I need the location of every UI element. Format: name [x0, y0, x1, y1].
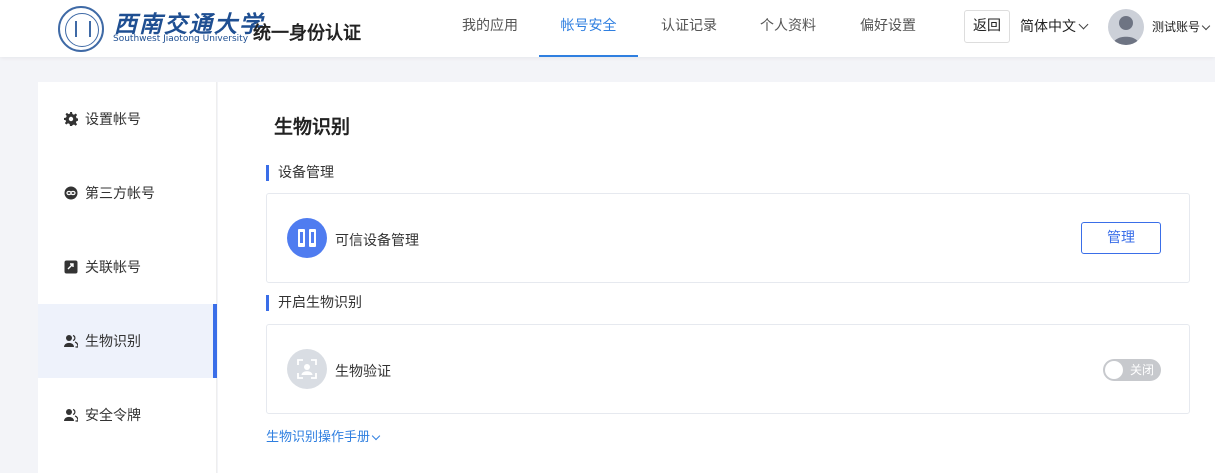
sidebar-item-label: 关联帐号 [85, 260, 141, 276]
section-device-management: 设备管理 [266, 165, 334, 181]
main-content: 生物识别 设备管理 可信设备管理 管理 开启生物识别 生物验证 关闭 生物识别操… [218, 82, 1215, 473]
logo-name-en: Southwest Jiaotong University [113, 34, 249, 44]
university-emblem-icon [58, 6, 104, 52]
avatar[interactable] [1108, 9, 1144, 45]
biometric-toggle[interactable]: 关闭 [1103, 359, 1161, 381]
nav-my-apps[interactable]: 我的应用 [460, 0, 520, 57]
sidebar-item-label: 安全令牌 [85, 408, 141, 424]
nav-profile[interactable]: 个人资料 [758, 0, 818, 57]
user-avatar-icon [1113, 16, 1139, 45]
toggle-knob [1105, 361, 1123, 379]
biometric-manual-link[interactable]: 生物识别操作手册 [266, 426, 381, 445]
biometric-verify-label: 生物验证 [335, 364, 391, 380]
nav-preferences[interactable]: 偏好设置 [858, 0, 918, 57]
users-icon [64, 408, 78, 422]
trusted-device-card: 可信设备管理 管理 [266, 193, 1190, 283]
gear-icon [64, 112, 78, 126]
site-title: 统一身份认证 [253, 23, 361, 44]
nav-account-security[interactable]: 帐号安全 [539, 0, 638, 57]
sidebar-item-linked-account[interactable]: 关联帐号 [38, 230, 217, 304]
language-selector[interactable]: 简体中文 [1020, 16, 1089, 36]
chevron-down-icon [1201, 21, 1211, 31]
sidebar-item-label: 设置帐号 [85, 112, 141, 128]
username: 测试账号 [1152, 20, 1201, 34]
nav-auth-records[interactable]: 认证记录 [659, 0, 719, 57]
section-enable-biometric: 开启生物识别 [266, 295, 362, 311]
chevron-down-icon [371, 431, 381, 441]
linked-account-icon [64, 260, 78, 274]
manage-button[interactable]: 管理 [1081, 222, 1161, 254]
top-header: 西南交通大学 Southwest Jiaotong University 统一身… [0, 0, 1215, 57]
language-label: 简体中文 [1020, 19, 1076, 35]
toggle-state-label: 关闭 [1130, 363, 1155, 377]
sidebar-item-security-token[interactable]: 安全令牌 [38, 378, 217, 452]
face-scan-icon [287, 349, 327, 389]
link-icon [64, 186, 78, 200]
sidebar-item-biometric[interactable]: 生物识别 [38, 304, 217, 378]
page-title: 生物识别 [274, 116, 351, 138]
manual-link-label: 生物识别操作手册 [266, 430, 371, 445]
sidebar-item-set-account[interactable]: 设置帐号 [38, 82, 217, 156]
trusted-device-label: 可信设备管理 [335, 233, 419, 249]
chevron-down-icon [1078, 19, 1089, 30]
back-button[interactable]: 返回 [964, 10, 1010, 43]
sidebar-item-label: 生物识别 [85, 334, 141, 350]
sidebar-item-third-party[interactable]: 第三方帐号 [38, 156, 217, 230]
biometric-verify-card: 生物验证 关闭 [266, 324, 1190, 414]
sidebar: 设置帐号 第三方帐号 关联帐号 生物识别 安全令牌 [38, 82, 217, 473]
users-icon [64, 334, 78, 348]
sidebar-item-label: 第三方帐号 [85, 186, 155, 202]
user-menu[interactable]: 测试账号 [1152, 18, 1211, 35]
device-icon [287, 218, 327, 258]
